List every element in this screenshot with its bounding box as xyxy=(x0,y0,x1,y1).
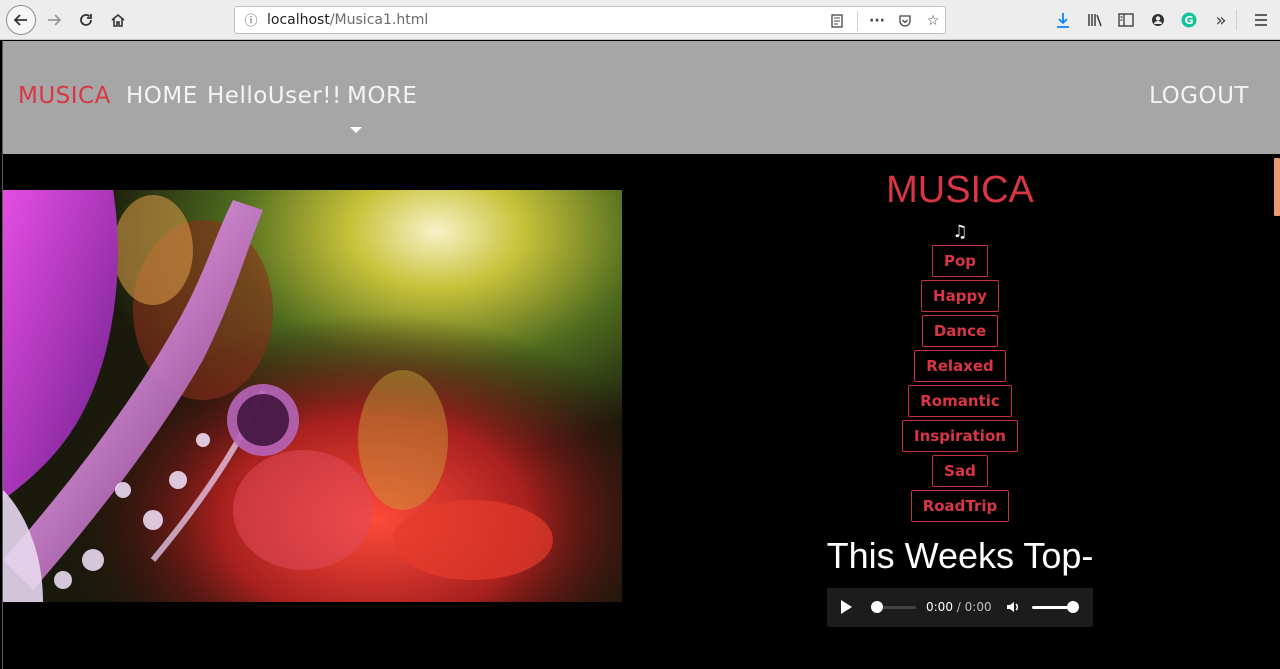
grammarly-icon[interactable]: G xyxy=(1177,8,1201,32)
nav-home-link[interactable]: HOME xyxy=(126,83,198,109)
back-button[interactable] xyxy=(6,5,36,35)
volume-handle[interactable] xyxy=(1067,601,1079,613)
reload-icon xyxy=(80,14,92,26)
account-icon[interactable] xyxy=(1146,8,1170,32)
page-viewport: MUSICA HOME HelloUser!! MORE LOGOUT MUSI… xyxy=(2,41,1280,669)
genre-list: Pop Happy Dance Relaxed Romantic Inspira… xyxy=(860,245,1060,525)
url-text: localhost/Musica1.html xyxy=(267,12,428,28)
bookmark-star-icon[interactable]: ☆ xyxy=(923,11,943,31)
info-icon[interactable]: ⓘ xyxy=(243,11,259,29)
play-icon[interactable] xyxy=(841,600,852,614)
pocket-icon[interactable] xyxy=(895,11,915,31)
volume-slider[interactable] xyxy=(1032,606,1072,609)
duration: 0:00 xyxy=(964,600,992,614)
url-host: localhost xyxy=(267,12,330,28)
music-note-icon: ♫ xyxy=(952,222,968,242)
download-icon[interactable] xyxy=(1051,8,1075,32)
home-button[interactable] xyxy=(104,6,132,34)
nav-user-greeting[interactable]: HelloUser!! xyxy=(207,83,342,109)
address-bar[interactable]: ⓘ localhost/Musica1.html ··· ☆ xyxy=(234,6,946,34)
volume-icon[interactable] xyxy=(1005,599,1023,617)
scrollbar-thumb[interactable] xyxy=(1274,158,1280,216)
genre-button-romantic[interactable]: Romantic xyxy=(908,385,1012,417)
page-actions-icon[interactable]: ··· xyxy=(867,11,887,31)
arrow-left-icon xyxy=(13,14,27,26)
home-icon xyxy=(111,13,125,27)
genre-button-inspiration[interactable]: Inspiration xyxy=(902,420,1018,452)
nav-more-dropdown[interactable]: MORE xyxy=(347,83,417,109)
library-icon[interactable] xyxy=(1083,8,1107,32)
sidebar-toggle-icon[interactable] xyxy=(1114,8,1138,32)
saxophone-concert-image xyxy=(3,190,622,602)
browser-toolbar: ⓘ localhost/Musica1.html ··· ☆ G » xyxy=(0,0,1280,40)
arrow-right-icon xyxy=(48,14,62,26)
genre-button-sad[interactable]: Sad xyxy=(932,455,988,487)
audio-player: 0:00 / 0:00 xyxy=(827,588,1093,627)
weekly-top-heading: This Weeks Top- xyxy=(826,535,1094,576)
genre-button-relaxed[interactable]: Relaxed xyxy=(914,350,1006,382)
svg-text:G: G xyxy=(1184,14,1193,27)
seek-handle[interactable] xyxy=(871,601,883,613)
reader-view-icon[interactable] xyxy=(827,11,847,31)
nav-logout-link[interactable]: LOGOUT xyxy=(1149,83,1249,109)
genre-button-happy[interactable]: Happy xyxy=(921,280,999,312)
brand-logo-link[interactable]: MUSICA xyxy=(18,83,111,109)
genre-button-roadtrip[interactable]: RoadTrip xyxy=(910,490,1010,522)
url-divider xyxy=(857,11,858,31)
caret-down-icon[interactable] xyxy=(350,127,362,133)
sidebar-title: MUSICA xyxy=(886,169,1034,211)
time-display: 0:00 / 0:00 xyxy=(926,600,992,614)
overflow-chevron-icon[interactable]: » xyxy=(1209,8,1233,32)
url-path: /Musica1.html xyxy=(329,12,429,28)
page-scrollbar[interactable] xyxy=(1273,154,1280,669)
genre-button-pop[interactable]: Pop xyxy=(931,245,989,277)
hamburger-menu-icon[interactable] xyxy=(1249,8,1273,32)
toolbar-divider xyxy=(1236,10,1237,30)
reload-button[interactable] xyxy=(72,6,100,34)
forward-button[interactable] xyxy=(40,6,68,34)
current-time: 0:00 xyxy=(926,600,953,614)
site-navbar: MUSICA HOME HelloUser!! MORE LOGOUT xyxy=(3,41,1280,154)
genre-button-dance[interactable]: Dance xyxy=(921,315,999,347)
time-separator: / xyxy=(956,600,961,614)
